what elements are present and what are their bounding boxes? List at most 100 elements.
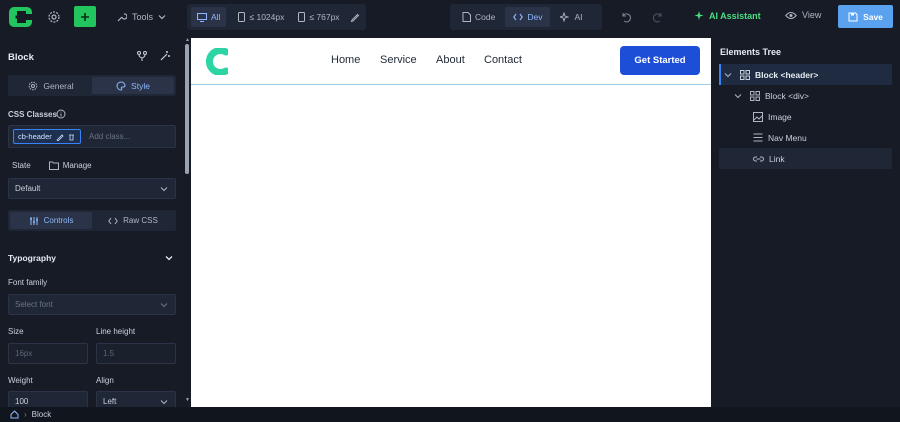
gear-icon: [29, 81, 38, 90]
tree-item-link-label: Link: [769, 153, 785, 164]
state-select[interactable]: Default: [8, 178, 176, 199]
tree-item-div[interactable]: Block <div>: [719, 85, 892, 106]
add-element-button[interactable]: [74, 6, 96, 27]
size-placeholder: 16px: [15, 349, 33, 358]
weight-select[interactable]: 100: [8, 391, 88, 407]
chevron-down-icon[interactable]: [724, 71, 732, 79]
wrench-icon: [117, 12, 127, 21]
sparkles-icon: [560, 12, 570, 22]
mode-dev-button[interactable]: Dev: [505, 7, 551, 27]
mode-ai-button[interactable]: AI: [552, 7, 590, 27]
magic-wand-icon[interactable]: [159, 50, 171, 62]
tab-controls-label: Controls: [43, 216, 74, 225]
chevron-down-icon[interactable]: [734, 92, 742, 100]
line-height-input[interactable]: 1.5: [96, 343, 176, 364]
menu-icon: [753, 133, 763, 142]
size-input[interactable]: 16px: [8, 343, 88, 364]
code-brackets-icon: [108, 217, 118, 224]
info-icon[interactable]: [56, 109, 66, 119]
manage-states-button[interactable]: Manage: [48, 161, 92, 170]
panel-title: Block: [8, 52, 34, 63]
font-family-placeholder: Select font: [15, 300, 53, 309]
breadcrumb-item[interactable]: Block: [32, 410, 52, 419]
class-chip[interactable]: cb-header: [13, 129, 81, 144]
device-mobile-label: ≤ 767px: [309, 12, 340, 22]
design-canvas[interactable]: Home Service About Contact Get Started: [191, 38, 711, 407]
mode-code-button[interactable]: Code: [454, 7, 503, 27]
state-select-value: Default: [15, 184, 41, 193]
css-classes-field[interactable]: cb-header Add class...: [8, 125, 176, 148]
align-select[interactable]: Left: [96, 391, 176, 407]
mobile-icon: [298, 12, 306, 22]
undo-icon[interactable]: [620, 11, 632, 23]
view-button[interactable]: View: [785, 10, 821, 20]
tab-style[interactable]: Style: [92, 77, 174, 94]
manage-label: Manage: [62, 161, 92, 170]
typography-section-title[interactable]: Typography: [8, 253, 56, 263]
home-icon[interactable]: [10, 410, 19, 419]
app-logo[interactable]: [7, 5, 34, 29]
tools-menu[interactable]: Tools: [116, 9, 166, 25]
site-logo[interactable]: [206, 48, 228, 75]
panel-scrollbar[interactable]: ▲ ▼: [184, 37, 190, 407]
image-icon: [753, 111, 763, 122]
tab-controls[interactable]: Controls: [10, 212, 92, 229]
elements-tree-title: Elements Tree: [720, 47, 782, 57]
redo-icon[interactable]: [652, 11, 664, 23]
site-header[interactable]: Home Service About Contact Get Started: [191, 38, 711, 85]
tab-raw-css[interactable]: Raw CSS: [92, 212, 174, 229]
chevron-down-icon: [160, 187, 168, 192]
tools-label: Tools: [132, 12, 154, 22]
chevron-down-icon[interactable]: [164, 253, 174, 263]
branch-icon[interactable]: [136, 50, 148, 62]
tree-item-header[interactable]: Block <header>: [719, 64, 892, 85]
align-value: Left: [103, 397, 117, 406]
add-class-input[interactable]: Add class...: [89, 132, 130, 141]
device-all-button[interactable]: All: [191, 7, 227, 27]
save-label: Save: [863, 11, 883, 22]
tree-item-link[interactable]: Link: [719, 148, 892, 169]
scroll-thumb[interactable]: [185, 44, 189, 174]
chevron-down-icon: [160, 303, 168, 308]
save-button[interactable]: Save: [838, 5, 893, 28]
ai-assistant-button[interactable]: AI Assistant: [694, 10, 761, 21]
sliders-icon: [29, 216, 38, 225]
desktop-icon: [197, 12, 207, 22]
tab-style-label: Style: [131, 80, 150, 91]
edit-breakpoints-button[interactable]: [350, 12, 360, 22]
align-label: Align: [96, 376, 114, 385]
size-label: Size: [8, 327, 24, 336]
tree-item-header-label: Block <header>: [755, 69, 819, 80]
ai-assistant-label: AI Assistant: [709, 10, 761, 21]
pencil-icon[interactable]: [56, 133, 64, 141]
scroll-up-arrow[interactable]: ▲: [185, 37, 190, 43]
breadcrumb-separator: ›: [24, 410, 27, 419]
tree-item-nav-menu-label: Nav Menu: [768, 132, 807, 143]
nav-link-about[interactable]: About: [436, 54, 465, 66]
mode-code-label: Code: [475, 12, 496, 22]
nav-link-home[interactable]: Home: [331, 54, 360, 66]
tree-item-image-label: Image: [768, 111, 792, 122]
properties-panel: Block General Style CSS Classes cb-heade…: [0, 40, 183, 407]
controls-tabs: Controls Raw CSS: [8, 210, 176, 231]
font-family-select[interactable]: Select font: [8, 294, 176, 315]
device-tablet-button[interactable]: ≤ 1024px: [232, 7, 290, 27]
view-label: View: [802, 10, 822, 20]
scroll-down-arrow[interactable]: ▼: [185, 397, 190, 403]
line-height-label: Line height: [96, 327, 136, 336]
tree-item-image[interactable]: Image: [719, 106, 892, 127]
plus-icon: [81, 12, 89, 21]
mode-dev-label: Dev: [527, 12, 543, 22]
nav-link-service[interactable]: Service: [380, 54, 417, 66]
settings-gear-icon[interactable]: [47, 10, 61, 24]
tree-item-div-label: Block <div>: [765, 90, 809, 101]
trash-icon[interactable]: [68, 133, 75, 141]
pencil-icon: [350, 13, 359, 22]
tree-item-nav-menu[interactable]: Nav Menu: [719, 127, 892, 148]
device-mobile-button[interactable]: ≤ 767px: [292, 7, 345, 27]
chevron-down-icon: [158, 15, 166, 20]
get-started-button[interactable]: Get Started: [620, 46, 700, 75]
nav-link-contact[interactable]: Contact: [484, 54, 522, 66]
tab-general[interactable]: General: [10, 77, 92, 94]
mode-ai-label: AI: [574, 12, 583, 22]
